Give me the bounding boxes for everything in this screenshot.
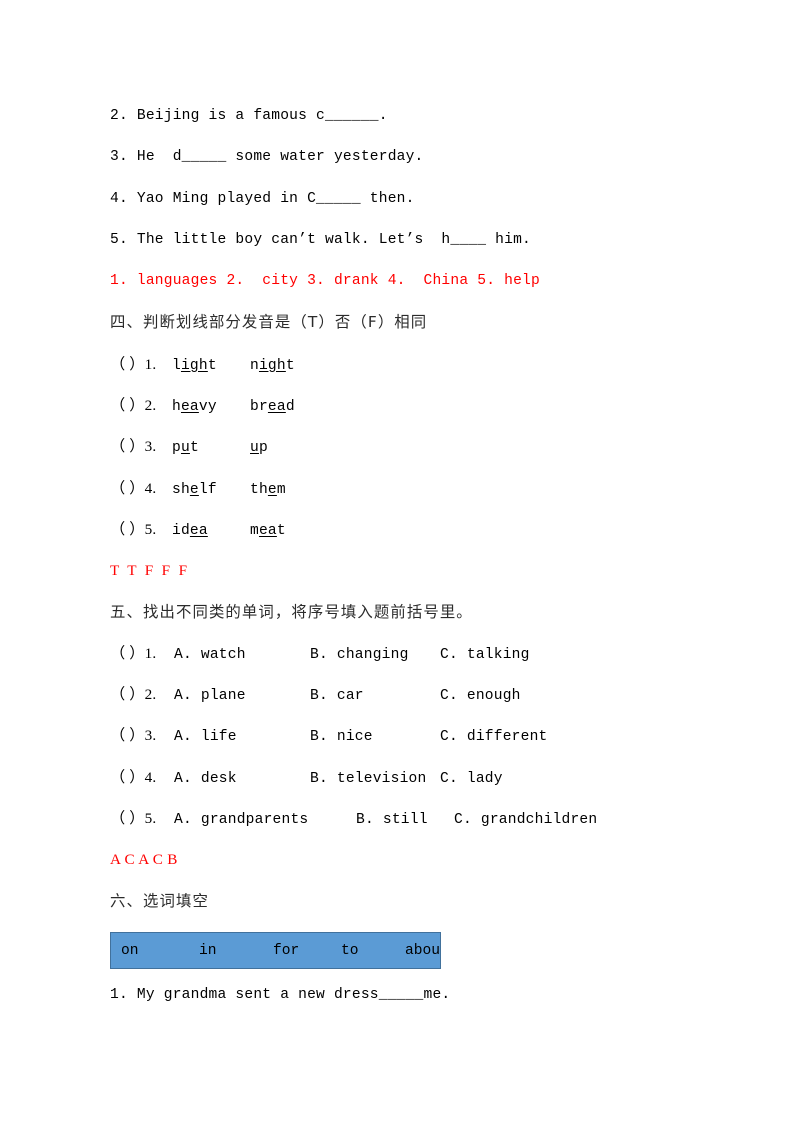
pron-item-3: （ ）3. put up [110, 426, 690, 467]
mc-item-3-option-c[interactable]: C. different [440, 717, 548, 758]
mc-item-3-bracket[interactable]: （ ）3. [110, 715, 174, 756]
section-five-heading: 五、找出不同类的单词，将序号填入题前括号里。 [110, 602, 473, 621]
mc-item-3: （ ）3. A. life B. nice C. different [110, 715, 690, 756]
mc-item-5-option-b[interactable]: B. still [356, 800, 454, 841]
pron-item-3-bracket[interactable]: （ ）3. [110, 426, 172, 467]
mc-item-2: （ ）2. A. plane B. car C. enough [110, 674, 690, 715]
word-bank-item-about[interactable]: about [405, 943, 440, 959]
pron-item-1-bracket[interactable]: （ ）1. [110, 344, 172, 385]
fill-blank-item-3: 3. He d_____ some water yesterday. [110, 149, 424, 166]
document-content: 2. Beijing is a famous c______. 3. He d_… [110, 96, 690, 922]
pron-item-3-word-b: up [250, 440, 268, 457]
pron-item-1-word-a: light [172, 357, 217, 374]
mc-item-1-option-c[interactable]: C. talking [440, 635, 530, 676]
pron-item-4-word-b: them [250, 481, 286, 498]
mc-item-1: （ ）1. A. watch B. changing C. talking [110, 633, 690, 674]
mc-item-5-option-a[interactable]: A. grandparents [174, 800, 356, 841]
section-six-heading: 六、选词填空 [110, 891, 209, 910]
word-bank-item-to[interactable]: to [341, 943, 405, 959]
mc-item-2-option-a[interactable]: A. plane [174, 676, 310, 717]
pron-item-5-word-b: meat [250, 522, 286, 539]
fill-blank-item-4: 4. Yao Ming played in C_____ then. [110, 190, 415, 207]
mc-item-4-option-c[interactable]: C. lady [440, 759, 503, 800]
pron-item-1-word-b: night [250, 357, 295, 374]
mc-item-5-option-c[interactable]: C. grandchildren [454, 800, 597, 841]
section-five-answers: A C A C B [110, 851, 178, 869]
pron-item-4-word-a: shelf [172, 481, 217, 498]
pron-item-2: （ ）2. heavy bread [110, 385, 690, 426]
mc-item-1-option-a[interactable]: A. watch [174, 635, 310, 676]
mc-item-2-bracket[interactable]: （ ）2. [110, 674, 174, 715]
mc-item-3-option-b[interactable]: B. nice [310, 717, 440, 758]
mc-item-1-option-b[interactable]: B. changing [310, 635, 440, 676]
section-six-item-1: 1. My grandma sent a new dress_____me. [110, 987, 451, 1003]
word-bank-items: on in for to about [111, 933, 440, 968]
fill-blank-answers: 1. languages 2. city 3. drank 4. China 5… [110, 273, 540, 290]
section-four-heading: 四、判断划线部分发音是（T）否（F）相同 [110, 313, 428, 332]
mc-item-5-bracket[interactable]: （ ）5. [110, 798, 174, 839]
word-bank-item-on[interactable]: on [121, 943, 199, 959]
pron-item-1: （ ）1. light night [110, 344, 690, 385]
mc-item-4-option-b[interactable]: B. television [310, 759, 440, 800]
pron-item-4-bracket[interactable]: （ ）4. [110, 468, 172, 509]
pron-item-5: （ ）5. idea meat [110, 509, 690, 550]
pron-item-2-word-b: bread [250, 399, 295, 416]
pron-item-3-word-a: put [172, 440, 199, 457]
section-four-answers: T T F F F [110, 562, 188, 580]
mc-item-2-option-c[interactable]: C. enough [440, 676, 521, 717]
word-bank-item-for[interactable]: for [273, 943, 341, 959]
word-bank: on in for to about [110, 932, 441, 969]
document-page: 2. Beijing is a famous c______. 3. He d_… [0, 0, 794, 1123]
mc-item-1-bracket[interactable]: （ ）1. [110, 633, 174, 674]
mc-item-4-bracket[interactable]: （ ）4. [110, 757, 174, 798]
pron-item-2-word-a: heavy [172, 399, 217, 416]
mc-item-4-option-a[interactable]: A. desk [174, 759, 310, 800]
pron-item-5-word-a: idea [172, 522, 208, 539]
word-bank-item-in[interactable]: in [199, 943, 273, 959]
mc-item-5: （ ）5. A. grandparents B. still C. grandc… [110, 798, 690, 839]
fill-blank-item-2: 2. Beijing is a famous c______. [110, 108, 388, 124]
mc-item-2-option-b[interactable]: B. car [310, 676, 440, 717]
mc-item-3-option-a[interactable]: A. life [174, 717, 310, 758]
mc-item-4: （ ）4. A. desk B. television C. lady [110, 757, 690, 798]
pron-item-4: （ ）4. shelf them [110, 468, 690, 509]
pron-item-5-bracket[interactable]: （ ）5. [110, 509, 172, 550]
pron-item-2-bracket[interactable]: （ ）2. [110, 385, 172, 426]
fill-blank-item-5: 5. The little boy can’t walk. Let’s h___… [110, 231, 532, 248]
